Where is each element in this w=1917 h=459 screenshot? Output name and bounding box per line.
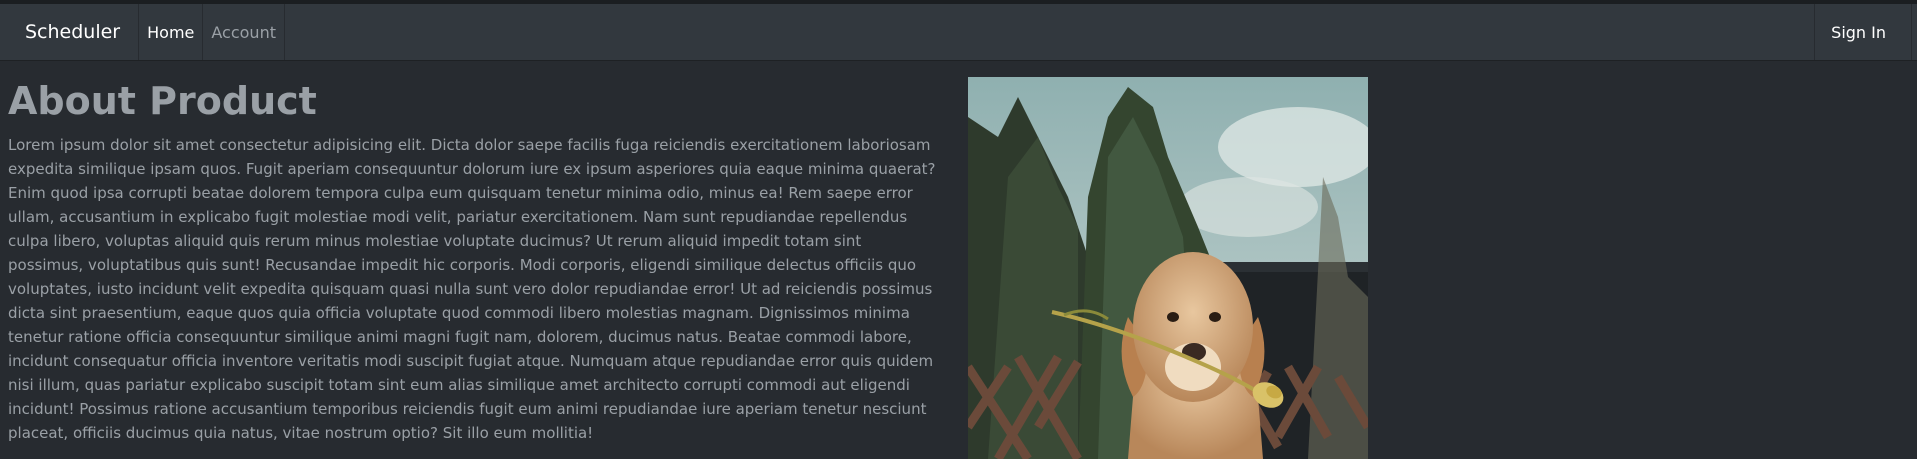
about-section: About Product Lorem ipsum dolor sit amet… xyxy=(8,61,938,445)
sign-in-link[interactable]: Sign In xyxy=(1814,4,1912,60)
brand-link[interactable]: Scheduler xyxy=(0,4,138,60)
nav-account-link[interactable]: Account xyxy=(202,4,285,60)
page-title: About Product xyxy=(8,79,317,123)
navbar: Scheduler Home Account Sign In xyxy=(0,4,1917,61)
dog-with-flower-photo xyxy=(968,77,1368,459)
main-content: About Product Lorem ipsum dolor sit amet… xyxy=(0,61,1917,459)
about-description: Lorem ipsum dolor sit amet consectetur a… xyxy=(8,135,936,442)
product-image xyxy=(968,77,1368,459)
navbar-right: Sign In xyxy=(1814,4,1912,60)
nav-home-link[interactable]: Home xyxy=(138,4,202,60)
